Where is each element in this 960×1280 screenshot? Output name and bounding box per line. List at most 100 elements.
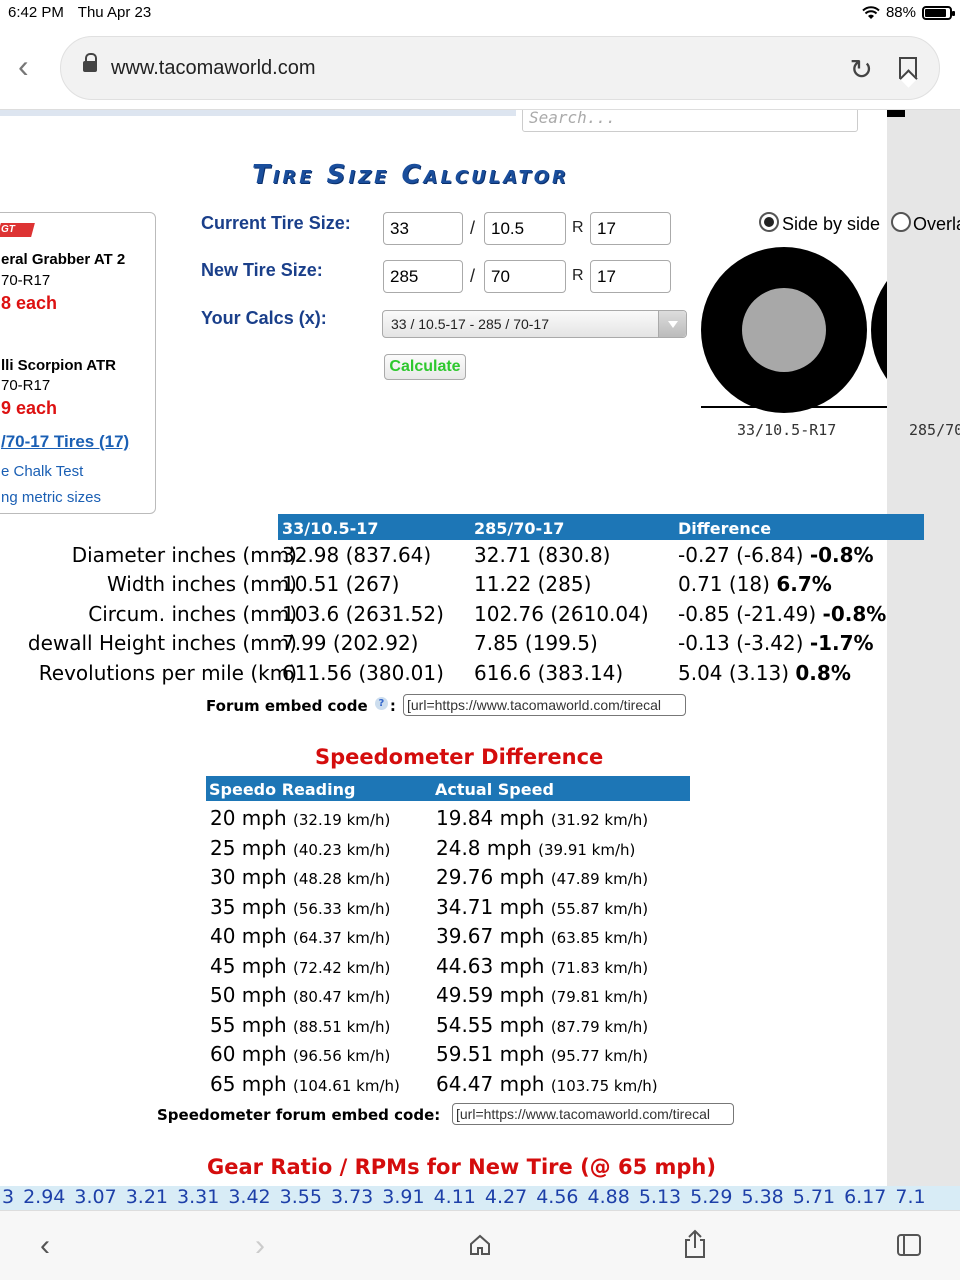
current-wheel-hub <box>742 288 826 372</box>
ad-item1-price: 8 each <box>1 293 58 313</box>
ground-line <box>701 406 887 408</box>
ad-item2-price: 9 each <box>1 398 58 418</box>
chalk-test-link[interactable]: e Chalk Test <box>1 463 83 480</box>
tabs-icon[interactable] <box>896 1233 922 1257</box>
side-by-side-radio[interactable] <box>759 212 779 232</box>
tires-link[interactable]: /70-17 Tires (17) <box>1 432 129 452</box>
speedo-actual-cell: 49.59 mph (79.81 km/h) <box>436 983 649 1007</box>
overlay-label[interactable]: Overla <box>913 214 960 235</box>
speedometer-title: Speedometer Difference <box>315 745 604 769</box>
gear-ratio-link[interactable]: 2.94 <box>23 1186 65 1208</box>
new-tire-aspect-input[interactable] <box>484 260 566 293</box>
gear-ratio-link[interactable]: 3.21 <box>126 1186 168 1208</box>
ad-item1-size: 70-R17 <box>1 272 51 289</box>
gear-ratio-link[interactable]: 4.88 <box>588 1186 630 1208</box>
current-r: R <box>572 219 584 236</box>
search-input[interactable] <box>522 110 858 132</box>
results-header-difference: Difference <box>674 514 924 540</box>
gear-ratio-link[interactable]: 3 <box>2 1186 14 1208</box>
chevron-right-icon[interactable]: › <box>255 1229 265 1263</box>
gear-ratio-link[interactable]: 4.27 <box>485 1186 527 1208</box>
speedo-actual-cell: 59.51 mph (95.77 km/h) <box>436 1042 649 1066</box>
back-chevron-icon[interactable]: ‹ <box>18 50 29 82</box>
gear-ratio-link[interactable]: 3.73 <box>331 1186 373 1208</box>
url-text[interactable]: www.tacomaworld.com <box>111 57 316 80</box>
gear-ratio-link[interactable]: 3.42 <box>228 1186 270 1208</box>
gear-ratio-link[interactable]: 6.17 <box>844 1186 886 1208</box>
current-tire-caption: 33/10.5-R17 <box>737 421 837 439</box>
speedo-reading-cell: 25 mph (40.23 km/h) <box>210 835 391 860</box>
gear-ratio-link[interactable]: 3.31 <box>177 1186 219 1208</box>
speedo-actual-cell: 24.8 mph (39.91 km/h) <box>436 835 636 860</box>
home-icon[interactable] <box>468 1233 492 1257</box>
calculate-button[interactable]: Calculate <box>384 354 466 380</box>
gear-ratio-link[interactable]: 3.07 <box>74 1186 116 1208</box>
reload-icon[interactable]: ↻ <box>850 53 873 86</box>
share-icon[interactable] <box>682 1229 708 1259</box>
speedo-reading-cell: 55 mph (88.51 km/h) <box>210 1012 391 1037</box>
speedo-reading-cell: 50 mph (80.47 km/h) <box>210 983 391 1007</box>
gear-ratio-link[interactable]: 4.11 <box>434 1186 476 1208</box>
gear-ratio-link[interactable]: 7.1 <box>895 1186 925 1208</box>
row-sidewall-current: 7.99 (202.92) <box>282 631 419 655</box>
web-page: Tire Size Calculator GT eral Grabber AT … <box>0 110 960 1210</box>
help-icon[interactable]: ? <box>374 697 388 710</box>
row-label-revolutions: Revolutions per mile (km) <box>38 661 297 685</box>
ad-item2-size: 70-R17 <box>1 377 51 394</box>
lock-icon <box>83 53 97 74</box>
speedo-reading-cell: 20 mph (32.19 km/h) <box>210 806 391 830</box>
speedo-actual-cell: 34.71 mph (55.87 km/h) <box>436 894 649 919</box>
chevron-left-icon[interactable]: ‹ <box>40 1229 50 1263</box>
ad-item1-name[interactable]: eral Grabber AT 2 <box>1 251 125 268</box>
new-slash: / <box>470 266 476 286</box>
results-header-new: 285/70-17 <box>470 514 674 540</box>
address-bar[interactable]: www.tacomaworld.com ↻ <box>60 36 940 100</box>
row-circumference-new: 102.76 (2610.04) <box>474 602 649 626</box>
row-revolutions-diff: 5.04 (3.13) 0.8% <box>678 661 851 685</box>
gear-ratio-link[interactable]: 5.29 <box>690 1186 732 1208</box>
browser-toolbar: ‹ www.tacomaworld.com ↻ <box>0 26 960 110</box>
row-revolutions-current: 611.56 (380.01) <box>282 661 444 685</box>
new-tire-label: New Tire Size: <box>201 260 323 280</box>
speedo-embed-input[interactable]: [url=https://www.tacomaworld.com/tirecal <box>452 1103 734 1125</box>
row-revolutions-new: 616.6 (383.14) <box>474 661 624 685</box>
row-circumference-current: 103.6 (2631.52) <box>282 602 444 626</box>
speedo-reading-cell: 30 mph (48.28 km/h) <box>210 865 391 889</box>
brand-logo-text: GT <box>1 224 15 235</box>
status-bar: 6:42 PM Thu Apr 23 88% <box>0 0 960 26</box>
gear-ratio-link[interactable]: 3.91 <box>382 1186 424 1208</box>
side-by-side-label[interactable]: Side by side <box>782 214 880 235</box>
current-tire-label: Current Tire Size: <box>201 213 351 233</box>
gear-ratio-link[interactable]: 3.55 <box>280 1186 322 1208</box>
new-tire-width-input[interactable] <box>383 260 463 293</box>
current-tire-height-input[interactable] <box>383 212 463 245</box>
gear-ratio-link[interactable]: 5.13 <box>639 1186 681 1208</box>
gear-ratio-link[interactable]: 4.56 <box>536 1186 578 1208</box>
battery-level <box>925 8 946 17</box>
speedo-reading-cell: 65 mph (104.61 km/h) <box>210 1071 400 1096</box>
new-tire-rim-input[interactable] <box>590 260 671 293</box>
speedo-actual-cell: 54.55 mph (87.79 km/h) <box>436 1012 649 1037</box>
forum-embed-input[interactable]: [url=https://www.tacomaworld.com/tirecal <box>403 694 686 716</box>
your-calcs-label: Your Calcs (x): <box>201 308 327 328</box>
gear-ratio-link[interactable]: 5.71 <box>793 1186 835 1208</box>
metric-sizes-link[interactable]: ng metric sizes <box>1 489 101 506</box>
status-date: Thu Apr 23 <box>77 4 152 21</box>
current-tire-width-input[interactable] <box>484 212 566 245</box>
overlay-radio[interactable] <box>891 212 911 232</box>
row-diameter-new: 32.71 (830.8) <box>474 543 611 567</box>
tire-ad-box: GT eral Grabber AT 2 70-R17 8 each lli S… <box>0 212 156 514</box>
speedo-embed-label: Speedometer forum embed code: <box>157 1106 441 1124</box>
sidebar-marker <box>887 110 905 117</box>
chevron-down-icon[interactable] <box>658 311 686 337</box>
ad-item2-name[interactable]: lli Scorpion ATR <box>1 357 116 374</box>
your-calcs-select[interactable]: 33 / 10.5-17 - 285 / 70-17 <box>382 310 687 338</box>
speedo-actual-cell: 29.76 mph (47.89 km/h) <box>436 865 649 889</box>
speedo-actual-cell: 64.47 mph (103.75 km/h) <box>436 1071 658 1096</box>
current-tire-rim-input[interactable] <box>590 212 671 245</box>
speedo-actual-cell: 39.67 mph (63.85 km/h) <box>436 924 649 948</box>
gear-ratio-link[interactable]: 5.38 <box>741 1186 783 1208</box>
bookmark-icon[interactable] <box>899 57 917 79</box>
results-header-current: 33/10.5-17 <box>278 514 470 540</box>
row-diameter-diff: -0.27 (-6.84) -0.8% <box>678 543 874 567</box>
